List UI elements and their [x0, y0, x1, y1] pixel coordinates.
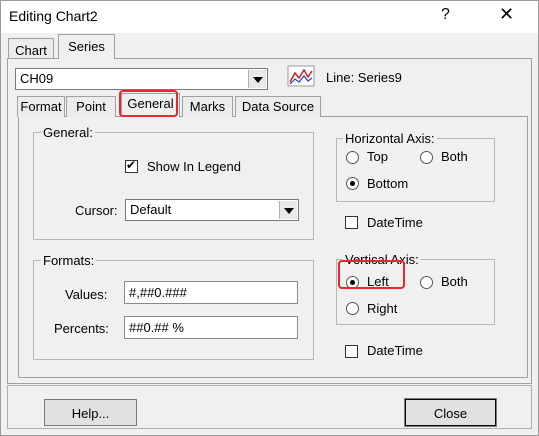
percents-format-input[interactable]: ##0.## %	[124, 316, 298, 339]
tab-chart[interactable]: Chart	[8, 38, 54, 60]
values-format-input[interactable]: #,##0.###	[124, 281, 298, 304]
horizontal-top-radio[interactable]	[346, 151, 359, 164]
formats-group	[33, 260, 314, 360]
general-group	[33, 132, 314, 240]
general-group-title: General:	[41, 125, 95, 140]
formats-group-title: Formats:	[41, 253, 97, 268]
show-in-legend-checkbox[interactable]	[125, 158, 138, 173]
tab-series[interactable]: Series	[58, 34, 115, 59]
vertical-datetime-label: DateTime	[367, 343, 423, 358]
close-button[interactable]: Close	[404, 398, 497, 427]
series-select-value: CH09	[20, 71, 54, 86]
tab-data-source[interactable]: Data Source	[235, 96, 321, 117]
cursor-label: Cursor:	[75, 203, 118, 218]
show-in-legend-label: Show In Legend	[147, 159, 241, 174]
horizontal-bottom-label: Bottom	[367, 176, 409, 191]
highlight-left-radio	[338, 260, 405, 289]
help-icon[interactable]: ?	[441, 6, 450, 24]
chevron-down-icon[interactable]	[248, 70, 266, 88]
percents-label: Percents:	[54, 321, 109, 336]
series-select[interactable]: CH09	[15, 68, 268, 90]
horizontal-both-label: Both	[441, 149, 468, 164]
values-format-value: #,##0.###	[129, 285, 187, 300]
horizontal-bottom-radio[interactable]	[346, 177, 359, 190]
chevron-down-icon[interactable]	[279, 201, 297, 219]
horizontal-axis-group	[336, 138, 495, 202]
vertical-right-label: Right	[367, 301, 398, 316]
close-icon[interactable]: ✕	[499, 4, 514, 25]
tab-format[interactable]: Format	[17, 96, 65, 117]
cursor-select-value: Default	[130, 202, 172, 217]
tab-marks[interactable]: Marks	[182, 96, 233, 117]
horizontal-datetime-checkbox[interactable]	[345, 216, 358, 229]
horizontal-axis-title: Horizontal Axis:	[343, 131, 437, 146]
highlight-general-tab	[119, 90, 178, 117]
cursor-select[interactable]: Default	[125, 199, 299, 221]
line-series-icon	[287, 65, 315, 87]
title-bar: Editing Chart2 ? ✕	[1, 1, 538, 33]
tab-point[interactable]: Point	[66, 96, 116, 117]
vertical-datetime-checkbox[interactable]	[345, 345, 358, 358]
series-type-label: Line: Series9	[326, 70, 402, 85]
vertical-both-radio[interactable]	[420, 276, 433, 289]
vertical-both-label: Both	[441, 274, 468, 289]
vertical-right-radio[interactable]	[346, 302, 359, 315]
horizontal-both-radio[interactable]	[420, 151, 433, 164]
help-button[interactable]: Help...	[44, 399, 137, 426]
editing-chart-dialog: Editing Chart2 ? ✕ Chart Series CH09 Lin…	[0, 0, 539, 436]
values-label: Values:	[65, 287, 108, 302]
horizontal-top-label: Top	[367, 149, 388, 164]
horizontal-datetime-label: DateTime	[367, 215, 423, 230]
window-title: Editing Chart2	[9, 8, 98, 24]
percents-format-value: ##0.## %	[129, 320, 184, 335]
